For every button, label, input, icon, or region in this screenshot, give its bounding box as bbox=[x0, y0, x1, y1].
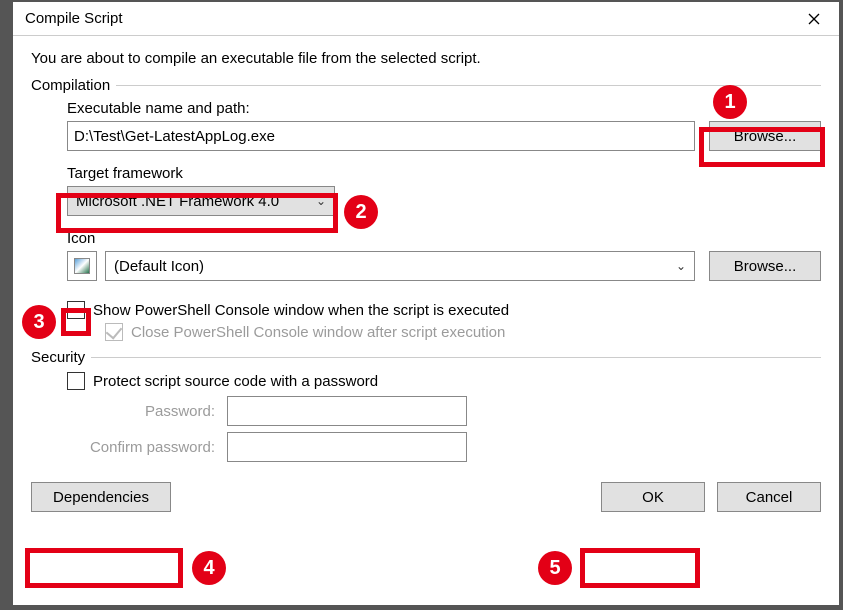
password-input bbox=[227, 396, 467, 426]
close-console-label: Close PowerShell Console window after sc… bbox=[131, 324, 505, 341]
dialog-footer: Dependencies OK Cancel bbox=[31, 482, 821, 512]
close-icon bbox=[808, 13, 820, 25]
icon-value: (Default Icon) bbox=[114, 258, 204, 275]
dependencies-button[interactable]: Dependencies bbox=[31, 482, 171, 512]
framework-select[interactable]: Microsoft .NET Framework 4.0 ⌄ bbox=[67, 186, 335, 216]
protect-password-checkbox[interactable] bbox=[67, 372, 85, 390]
password-label: Password: bbox=[67, 403, 227, 420]
compilation-group-label: Compilation bbox=[31, 77, 110, 94]
close-console-checkbox bbox=[105, 323, 123, 341]
exe-path-input[interactable] bbox=[67, 121, 695, 151]
security-group-label: Security bbox=[31, 349, 85, 366]
browse-icon-button[interactable]: Browse... bbox=[709, 251, 821, 281]
close-button[interactable] bbox=[791, 3, 837, 35]
confirm-password-input bbox=[227, 432, 467, 462]
confirm-password-label: Confirm password: bbox=[67, 439, 227, 456]
cancel-button[interactable]: Cancel bbox=[717, 482, 821, 512]
titlebar: Compile Script bbox=[13, 2, 839, 36]
framework-label: Target framework bbox=[67, 165, 821, 182]
icon-label: Icon bbox=[67, 230, 821, 247]
intro-text: You are about to compile an executable f… bbox=[31, 50, 821, 67]
app-icon bbox=[74, 258, 90, 274]
show-console-checkbox[interactable] bbox=[67, 301, 85, 319]
icon-select[interactable]: (Default Icon) ⌄ bbox=[105, 251, 695, 281]
framework-value: Microsoft .NET Framework 4.0 bbox=[76, 193, 279, 210]
chevron-down-icon: ⌄ bbox=[316, 194, 326, 208]
compilation-group: Compilation Executable name and path: Br… bbox=[31, 77, 821, 341]
icon-preview bbox=[67, 251, 97, 281]
chevron-down-icon: ⌄ bbox=[676, 259, 686, 273]
dialog-content: You are about to compile an executable f… bbox=[13, 36, 839, 526]
browse-exe-button[interactable]: Browse... bbox=[709, 121, 821, 151]
show-console-label: Show PowerShell Console window when the … bbox=[93, 302, 509, 319]
compile-script-dialog: Compile Script You are about to compile … bbox=[12, 1, 840, 606]
ok-button[interactable]: OK bbox=[601, 482, 705, 512]
exe-path-label: Executable name and path: bbox=[67, 100, 821, 117]
protect-password-label: Protect script source code with a passwo… bbox=[93, 373, 378, 390]
security-group: Security Protect script source code with… bbox=[31, 349, 821, 462]
dialog-title: Compile Script bbox=[25, 10, 123, 27]
